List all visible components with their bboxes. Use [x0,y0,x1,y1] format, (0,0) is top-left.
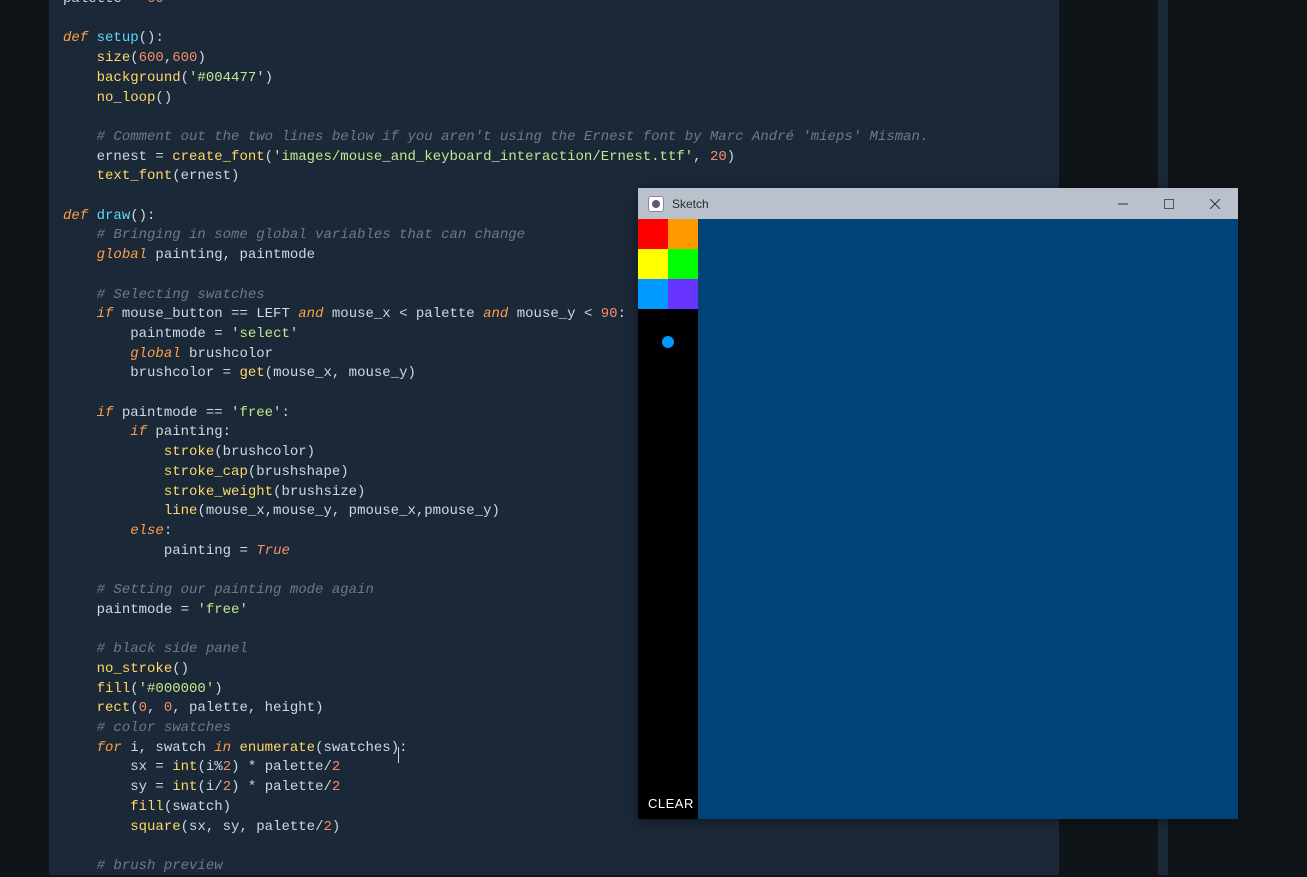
window-close-button[interactable] [1192,188,1238,219]
text-cursor [398,747,399,763]
color-swatch-2[interactable] [638,249,668,279]
app-icon [648,196,664,212]
window-titlebar[interactable]: Sketch [638,188,1238,219]
window-maximize-button[interactable] [1146,188,1192,219]
color-swatch-3[interactable] [668,249,698,279]
color-swatch-1[interactable] [668,219,698,249]
color-swatch-4[interactable] [638,279,668,309]
tool-side-panel [638,219,698,819]
color-swatch-0[interactable] [638,219,668,249]
window-minimize-button[interactable] [1100,188,1146,219]
window-title: Sketch [672,197,709,211]
sketch-canvas[interactable]: CLEAR [638,219,1238,819]
color-swatch-5[interactable] [668,279,698,309]
clear-button[interactable]: CLEAR [638,788,698,819]
sketch-window[interactable]: Sketch CLEAR [638,188,1238,819]
brush-preview [662,336,674,348]
